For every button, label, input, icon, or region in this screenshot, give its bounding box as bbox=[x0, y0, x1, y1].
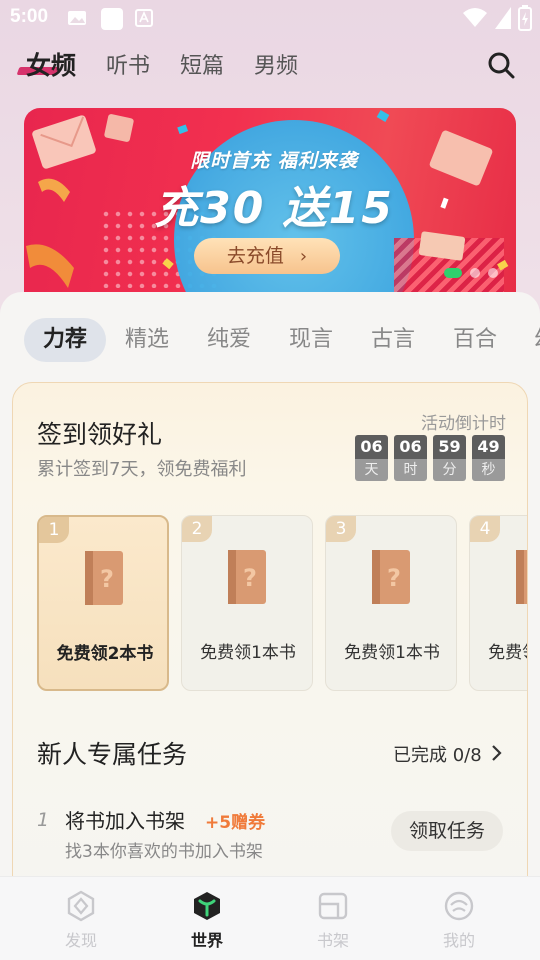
day-index: 3 bbox=[326, 516, 356, 542]
top-tabs: 女频 听书 短篇 男频 bbox=[0, 44, 540, 84]
category-tab-selected[interactable]: 精选 bbox=[106, 318, 188, 362]
page-dot-active bbox=[444, 268, 462, 278]
top-tab-audiobook[interactable]: 听书 bbox=[106, 48, 150, 80]
day-reward-label: 免费领2本书 bbox=[56, 644, 154, 664]
signin-day-card[interactable]: 3 ? 免费领1本书 bbox=[325, 515, 457, 691]
search-icon[interactable] bbox=[486, 50, 516, 80]
signin-card: 签到领好礼 累计签到7天，领免费福利 活动倒计时 06 天 06 时 59 分 … bbox=[12, 382, 528, 892]
battery-icon bbox=[518, 5, 532, 31]
countdown-unit: 天 bbox=[355, 459, 388, 481]
nav-world[interactable]: 世界 bbox=[167, 889, 247, 951]
day-reward-label: 免费领1本书 bbox=[344, 643, 440, 663]
recharge-button-label: 去充值 bbox=[226, 245, 284, 267]
svg-text:?: ? bbox=[243, 564, 257, 592]
top-tab-female[interactable]: 女频 bbox=[26, 46, 76, 82]
countdown-value: 06 bbox=[355, 435, 388, 459]
banner-ticket-decoration bbox=[418, 231, 466, 261]
signal-icon bbox=[495, 7, 511, 29]
chevron-right-icon[interactable] bbox=[491, 744, 503, 762]
mystery-book-icon: ? bbox=[85, 551, 123, 605]
tasks-title: 新人专属任务 bbox=[37, 740, 188, 769]
task-description: 找3本你喜欢的书加入书架 bbox=[65, 842, 263, 862]
countdown-unit: 秒 bbox=[472, 459, 505, 481]
wifi-icon bbox=[463, 8, 487, 27]
nav-bookshelf[interactable]: 书架 bbox=[293, 889, 373, 951]
banner-envelope-decoration-2 bbox=[429, 130, 493, 186]
day-index: 1 bbox=[39, 517, 69, 543]
banner-ribbon-decoration bbox=[38, 178, 70, 202]
countdown-value: 06 bbox=[394, 435, 427, 459]
bottom-nav: 发现 世界 书架 我的 bbox=[0, 876, 540, 960]
countdown-days: 06 天 bbox=[355, 435, 388, 481]
category-tab-ancient[interactable]: 古言 bbox=[352, 318, 434, 362]
category-tab-recommended[interactable]: 力荐 bbox=[24, 318, 106, 362]
countdown-value: 59 bbox=[433, 435, 466, 459]
page-dot bbox=[470, 268, 480, 278]
countdown-label: 活动倒计时 bbox=[421, 414, 506, 434]
top-tab-male[interactable]: 男频 bbox=[254, 48, 298, 80]
countdown-unit: 分 bbox=[433, 459, 466, 481]
signin-day-card[interactable]: 4 ? 免费领1本书 bbox=[469, 515, 527, 691]
countdown-hours: 06 时 bbox=[394, 435, 427, 481]
signin-subtitle: 累计签到7天，领免费福利 bbox=[37, 459, 247, 480]
nav-label: 世界 bbox=[190, 931, 223, 950]
category-tab-pure-love[interactable]: 纯爱 bbox=[188, 318, 270, 362]
category-tab-yuri[interactable]: 百合 bbox=[434, 318, 516, 362]
nav-label: 我的 bbox=[442, 931, 475, 950]
nav-label: 书架 bbox=[316, 931, 349, 950]
day-reward-label: 免费领1本书 bbox=[488, 643, 527, 663]
font-notification-icon bbox=[135, 9, 153, 27]
recharge-button[interactable]: 去充值 › bbox=[194, 238, 340, 274]
bookshelf-icon bbox=[318, 892, 348, 920]
profile-icon bbox=[444, 891, 474, 921]
countdown-seconds: 49 秒 bbox=[472, 435, 505, 481]
category-tabs: 力荐 精选 纯爱 现言 古言 百合 幻 bbox=[0, 318, 540, 364]
mystery-book-icon: ? bbox=[228, 550, 266, 604]
nav-discover[interactable]: 发现 bbox=[41, 889, 121, 951]
claim-task-button[interactable]: 领取任务 bbox=[391, 811, 503, 851]
task-index: 1 bbox=[37, 809, 50, 831]
status-bar: 5:00 bbox=[0, 0, 540, 36]
promo-banner[interactable]: 限时首充 福利来袭 充30 送15 去充值 › bbox=[24, 108, 516, 308]
banner-confetti-yellow bbox=[162, 258, 174, 270]
signin-title: 签到领好礼 bbox=[37, 420, 163, 449]
chevron-right-icon: › bbox=[299, 246, 308, 267]
banner-subtitle: 限时首充 福利来袭 bbox=[190, 150, 358, 172]
task-reward: +5赠券 bbox=[205, 813, 266, 833]
nav-profile[interactable]: 我的 bbox=[419, 889, 499, 951]
banner-headline: 充30 送15 bbox=[154, 183, 394, 234]
banner-confetti-blue bbox=[376, 110, 390, 122]
mystery-book-icon: ? bbox=[372, 550, 410, 604]
task-name: 将书加入书架 bbox=[65, 809, 185, 833]
status-time: 5:00 bbox=[10, 6, 49, 27]
day-reward-label: 免费领1本书 bbox=[200, 643, 296, 663]
banner-gift-decoration bbox=[104, 114, 134, 142]
svg-text:?: ? bbox=[387, 564, 401, 592]
image-notification-icon bbox=[68, 11, 86, 25]
countdown-minutes: 59 分 bbox=[433, 435, 466, 481]
category-tab-modern[interactable]: 现言 bbox=[270, 318, 352, 362]
page-dot bbox=[488, 268, 498, 278]
day-index: 2 bbox=[182, 516, 212, 542]
discover-icon bbox=[67, 890, 95, 922]
top-tab-short[interactable]: 短篇 bbox=[180, 48, 224, 80]
mystery-book-icon: ? bbox=[516, 550, 527, 604]
banner-confetti-blue-2 bbox=[177, 124, 189, 135]
banner-envelope-decoration bbox=[32, 115, 96, 169]
day-index: 4 bbox=[470, 516, 500, 542]
countdown-value: 49 bbox=[472, 435, 505, 459]
tasks-progress[interactable]: 已完成 0/8 bbox=[393, 741, 482, 767]
world-icon bbox=[194, 892, 220, 920]
signin-day-card[interactable]: 1 ? 免费领2本书 bbox=[37, 515, 169, 691]
signin-day-card[interactable]: 2 ? 免费领1本书 bbox=[181, 515, 313, 691]
svg-text:?: ? bbox=[100, 565, 114, 593]
content-sheet: 力荐 精选 纯爱 现言 古言 百合 幻 签到领好礼 累计签到7天，领免费福利 活… bbox=[0, 292, 540, 892]
nav-label: 发现 bbox=[64, 931, 97, 950]
category-tab-fantasy[interactable]: 幻 bbox=[516, 318, 540, 362]
banner-confetti-white bbox=[440, 197, 449, 209]
countdown-unit: 时 bbox=[394, 459, 427, 481]
app-notification-icon bbox=[101, 8, 123, 30]
